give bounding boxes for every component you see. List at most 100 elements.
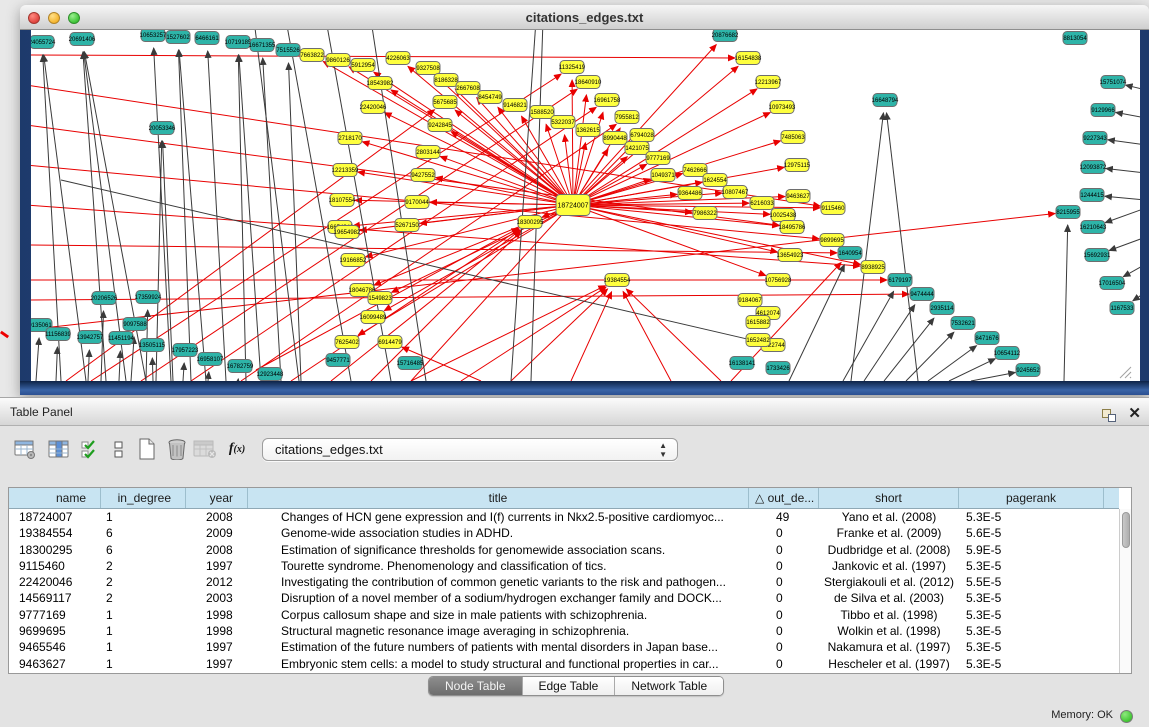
graph-node[interactable]: 12975115 — [784, 159, 811, 172]
column-header-out_de[interactable]: △ out_de... — [749, 488, 819, 508]
graph-node[interactable]: 11451194 — [108, 332, 134, 345]
column-header-pagerank[interactable]: pagerank — [959, 488, 1104, 508]
graph-node[interactable]: 7485063 — [781, 131, 805, 144]
graph-node[interactable]: 10807467 — [722, 186, 749, 199]
graph-node[interactable]: 7532621 — [951, 317, 975, 330]
citation-graph[interactable]: 2405572420691406106532571527602646616110… — [31, 30, 1140, 381]
column-header-year[interactable]: year — [186, 488, 248, 508]
graph-node[interactable]: 10025438 — [770, 209, 797, 222]
tab-edge-table[interactable]: Edge Table — [522, 677, 615, 695]
graph-node[interactable]: 8454749 — [478, 91, 502, 104]
graph-node[interactable]: 10653257 — [140, 30, 167, 42]
table-settings-icon[interactable] — [12, 436, 38, 462]
graph-node[interactable]: 18543982 — [367, 77, 394, 90]
table-row[interactable]: 1456911722003Disruption of a novel membe… — [9, 590, 1119, 606]
graph-node[interactable]: 1588520 — [530, 106, 554, 119]
table-row[interactable]: 946362711997Embryonic stem cells: a mode… — [9, 656, 1119, 672]
graph-node[interactable]: 16648794 — [872, 94, 899, 107]
graph-node[interactable]: 7986322 — [693, 207, 717, 220]
graph-node[interactable]: 9463627 — [786, 190, 810, 203]
graph-node[interactable]: 1733426 — [766, 362, 790, 375]
row-check-icon[interactable] — [78, 436, 104, 462]
graph-node[interactable]: 17359924 — [135, 291, 162, 304]
graph-node[interactable]: 7625402 — [335, 336, 359, 349]
column-header-title[interactable]: title — [248, 488, 749, 508]
graph-node[interactable]: 6466161 — [195, 32, 219, 45]
graph-node[interactable]: 1652482 — [746, 334, 770, 347]
graph-node[interactable]: 12213967 — [755, 76, 782, 89]
graph-node[interactable]: 16099489 — [360, 311, 387, 324]
graph-node[interactable]: 4226063 — [386, 52, 410, 65]
graph-node[interactable]: 8471676 — [975, 332, 999, 345]
graph-node[interactable]: 15716485 — [397, 357, 424, 370]
graph-node[interactable]: 17016504 — [1099, 277, 1126, 290]
graph-node[interactable]: 2803144 — [416, 146, 440, 159]
close-panel-icon[interactable]: ✕ — [1128, 406, 1141, 422]
memory-indicator[interactable] — [1120, 710, 1133, 723]
trash-icon[interactable] — [164, 436, 190, 462]
graph-node[interactable]: 9129966 — [1091, 104, 1115, 117]
graph-node[interactable]: 9327508 — [416, 62, 440, 75]
network-canvas[interactable]: 2405572420691406106532571527602646616110… — [31, 30, 1140, 381]
graph-node[interactable]: 1624554 — [703, 174, 727, 187]
graph-node[interactable]: 16782759 — [227, 360, 254, 373]
graph-node[interactable]: 22420046 — [360, 101, 387, 114]
graph-node[interactable]: 20053346 — [149, 122, 176, 135]
graph-node[interactable]: 18300295 — [517, 216, 544, 229]
table-row[interactable]: 969969511998Structural magnetic resonanc… — [9, 623, 1119, 639]
graph-node[interactable]: 2718170 — [338, 132, 362, 145]
delete-table-icon[interactable] — [192, 436, 218, 462]
graph-node[interactable]: 15751074 — [1100, 76, 1127, 89]
function-icon[interactable]: f(x) — [224, 436, 250, 462]
graph-node[interactable]: 8813054 — [1063, 32, 1087, 45]
graph-node[interactable]: 11156839 — [45, 328, 71, 341]
graph-node[interactable]: 19166852 — [340, 254, 367, 267]
graph-node[interactable]: 24055724 — [31, 36, 56, 49]
graph-node[interactable]: 9860126 — [326, 54, 350, 67]
graph-node[interactable]: 5675685 — [433, 96, 457, 109]
resize-grip-icon[interactable] — [1116, 363, 1138, 379]
graph-node[interactable]: 1167533 — [1110, 302, 1134, 315]
graph-node[interactable]: 6914479 — [378, 336, 402, 349]
graph-node[interactable]: 9899695 — [820, 234, 844, 247]
table-row[interactable]: 1830029562008Estimation of significance … — [9, 542, 1119, 558]
rows-icon[interactable] — [106, 436, 132, 462]
graph-node[interactable]: 1615882 — [746, 316, 770, 329]
graph-node[interactable]: 7663822 — [300, 49, 324, 62]
graph-node[interactable]: 1640954 — [838, 247, 862, 260]
table-row[interactable]: 911546021997Tourette syndrome. Phenomeno… — [9, 558, 1119, 574]
graph-node[interactable]: 8215955 — [1056, 206, 1080, 219]
graph-node[interactable]: 9427552 — [411, 169, 435, 182]
tab-node-table[interactable]: Node Table — [429, 677, 522, 695]
graph-node[interactable]: 9097588 — [123, 318, 147, 331]
graph-node[interactable]: 8938925 — [861, 261, 885, 274]
graph-node[interactable]: 9777169 — [646, 152, 670, 165]
graph-node[interactable]: 10756928 — [765, 274, 792, 287]
column-header-short[interactable]: short — [819, 488, 959, 508]
graph-node[interactable]: 16958107 — [197, 353, 224, 366]
graph-node[interactable]: 5267150 — [395, 219, 419, 232]
graph-node[interactable]: 9115460 — [821, 202, 845, 215]
graph-node[interactable]: 9474444 — [910, 288, 934, 301]
graph-node[interactable]: 20206526 — [91, 292, 118, 305]
graph-node[interactable]: 11325419 — [559, 61, 586, 74]
table-scrollbar[interactable] — [1119, 509, 1131, 673]
graph-node[interactable]: 17957223 — [172, 344, 199, 357]
new-file-icon[interactable] — [134, 436, 160, 462]
table-row[interactable]: 946554611997Estimation of the future num… — [9, 639, 1119, 655]
graph-node[interactable]: 16961758 — [594, 94, 621, 107]
graph-node[interactable]: 19384554 — [604, 274, 631, 287]
table-select[interactable]: citations_edges.txt ▲▼ — [262, 438, 678, 461]
graph-node[interactable]: 9146821 — [503, 99, 527, 112]
graph-node[interactable]: 10654112 — [994, 347, 1021, 360]
column-header-name[interactable]: name — [9, 488, 101, 508]
graph-node[interactable]: 15692931 — [1084, 249, 1111, 262]
graph-node[interactable]: 9242845 — [428, 119, 452, 132]
graph-node[interactable]: 5322037 — [551, 116, 575, 129]
graph-node[interactable]: 16210643 — [1080, 221, 1107, 234]
table-row[interactable]: 2242004622012Investigating the contribut… — [9, 574, 1119, 590]
graph-node[interactable]: 13654923 — [777, 249, 804, 262]
graph-node[interactable]: 18495786 — [779, 221, 806, 234]
graph-node[interactable]: 5912954 — [351, 59, 375, 72]
graph-node[interactable]: 8990448 — [603, 132, 627, 145]
